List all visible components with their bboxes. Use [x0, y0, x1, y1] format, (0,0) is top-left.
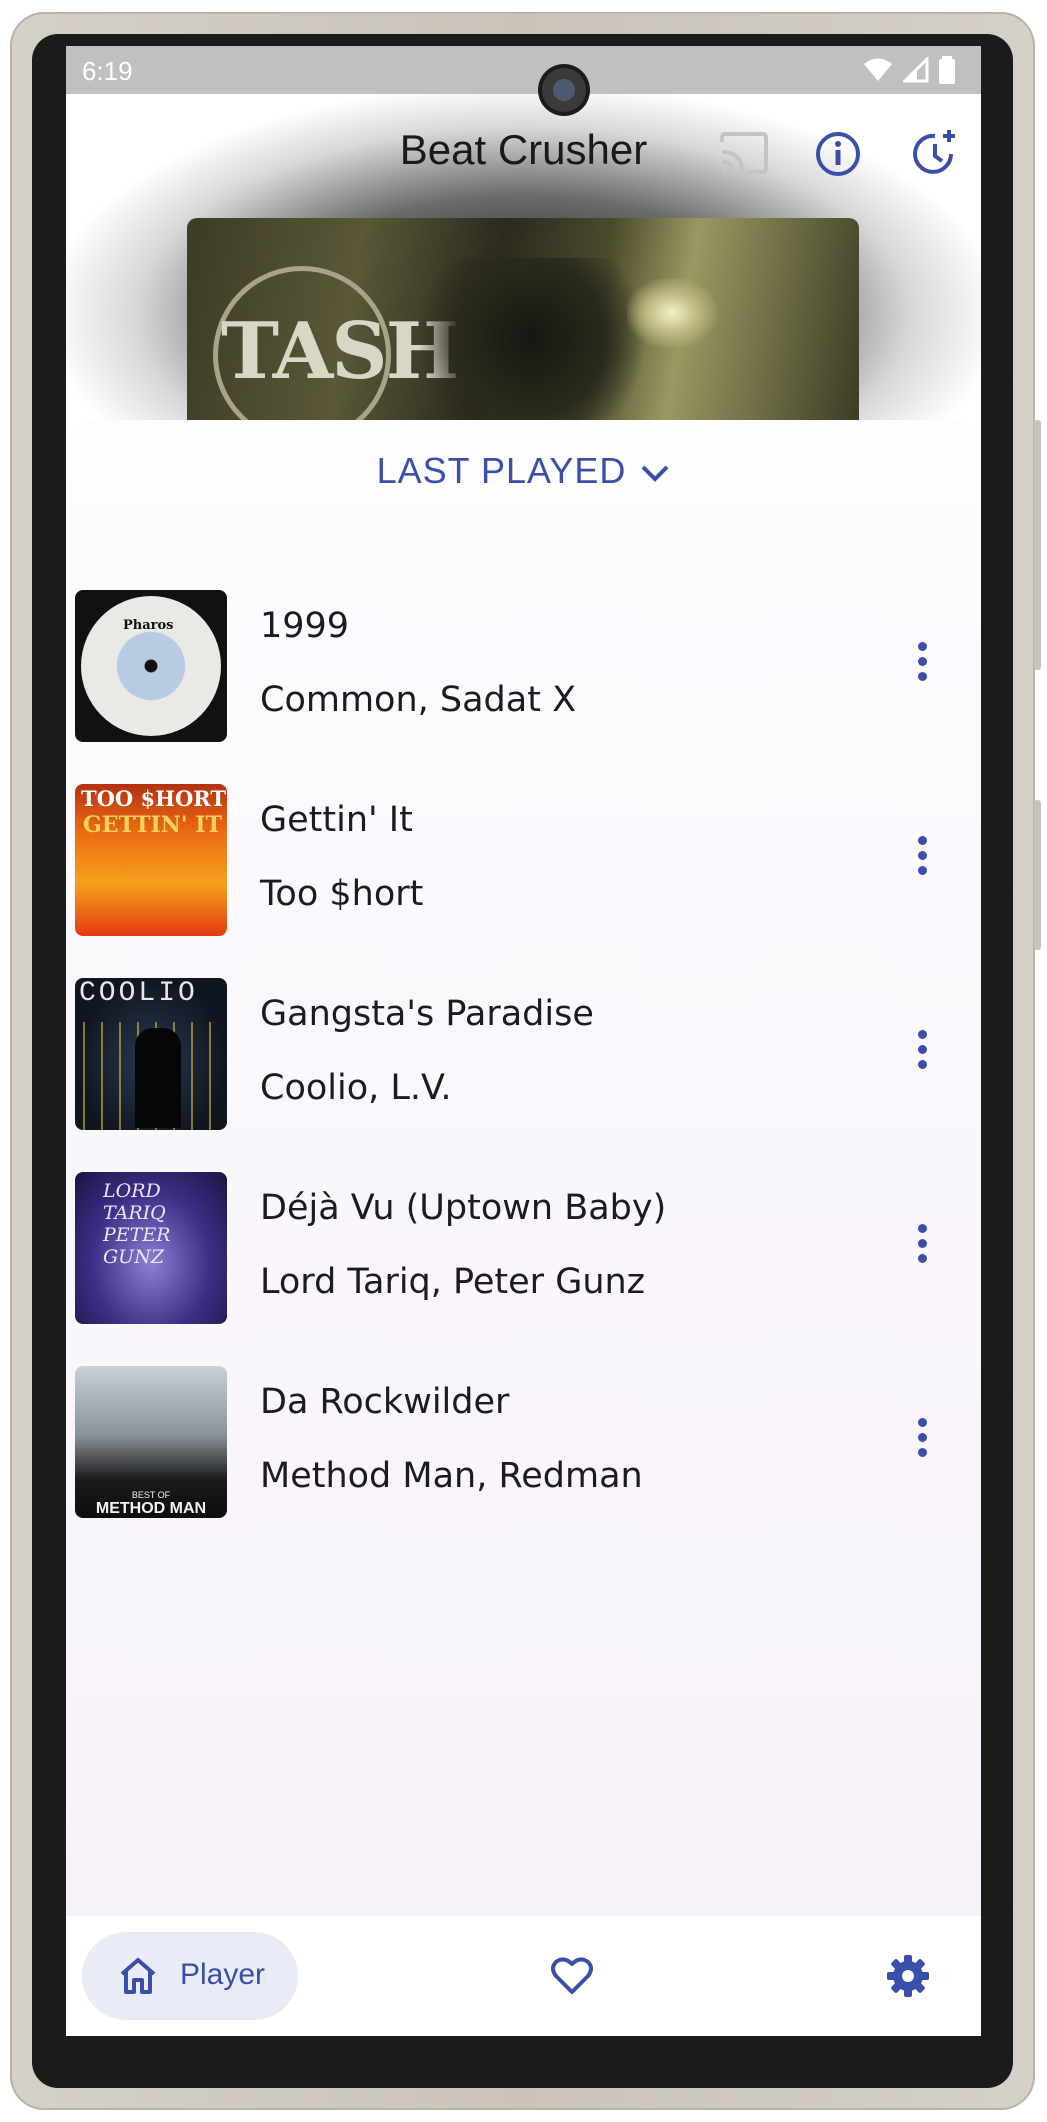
track-row[interactable]: Pharos 1999 Common, Sadat X: [66, 590, 981, 750]
home-icon: [120, 1958, 156, 1994]
thumbnail-text: TOO $HORT: [81, 786, 226, 811]
status-time: 6:19: [82, 56, 133, 86]
more-options-icon[interactable]: [912, 1030, 932, 1080]
chevron-down-icon: [641, 466, 669, 483]
track-title: Gangsta's Paradise: [260, 994, 594, 1034]
wifi-icon: [864, 58, 892, 81]
signal-icon: [903, 57, 929, 83]
thumbnail-text: BEST OF METHOD MAN: [75, 1490, 227, 1518]
thumbnail-line: PETER GUNZ: [103, 1224, 171, 1268]
battery-icon: [939, 56, 955, 84]
cast-icon[interactable]: [718, 128, 770, 180]
more-options-icon[interactable]: [912, 1418, 932, 1468]
track-thumbnail: COOLIO: [75, 978, 227, 1130]
gear-icon[interactable]: [886, 1954, 930, 1998]
front-camera: [542, 68, 586, 112]
bottom-navigation: Player: [66, 1916, 981, 2036]
power-button: [1034, 800, 1041, 950]
last-played-label: LAST PLAYED: [376, 450, 627, 491]
thumbnail-text: LORD TARIQ PETER GUNZ: [103, 1180, 227, 1268]
track-thumbnail: BEST OF METHOD MAN: [75, 1366, 227, 1518]
thumbnail-text: Pharos: [123, 618, 174, 633]
track-title: 1999: [260, 606, 350, 646]
thumbnail-line: LORD TARIQ: [103, 1180, 166, 1224]
thumbnail-text: COOLIO: [79, 978, 198, 1009]
volume-button: [1034, 420, 1041, 670]
nav-player[interactable]: Player: [82, 1932, 298, 2020]
status-bar: 6:19: [66, 46, 981, 94]
track-thumbnail: LORD TARIQ PETER GUNZ: [75, 1172, 227, 1324]
track-artist: Lord Tariq, Peter Gunz: [260, 1262, 646, 1302]
last-played-sheet: LAST PLAYED Pharos 1999 Common, Sadat X …: [66, 420, 981, 1916]
nav-player-label: Player: [180, 1958, 266, 1991]
track-thumbnail: TOO $HORT GETTIN' IT: [75, 784, 227, 936]
track-row[interactable]: BEST OF METHOD MAN Da Rockwilder Method M…: [66, 1366, 981, 1526]
thumbnail-line: METHOD MAN: [95, 1500, 207, 1517]
track-artist: Common, Sadat X: [260, 680, 577, 720]
track-artist: Method Man, Redman: [260, 1456, 643, 1496]
info-icon[interactable]: [812, 128, 864, 180]
vinyl-record: [81, 596, 221, 736]
more-options-icon[interactable]: [912, 836, 932, 886]
album-light: [627, 278, 717, 348]
track-title: Déjà Vu (Uptown Baby): [260, 1188, 667, 1228]
thumbnail-subtext: BEST OF: [131, 1490, 171, 1500]
more-options-icon[interactable]: [912, 642, 932, 692]
track-title: Gettin' It: [260, 800, 413, 840]
track-artist: Coolio, L.V.: [260, 1068, 452, 1108]
thumbnail-text: GETTIN' IT: [83, 812, 222, 838]
now-playing-album-art[interactable]: TASH: [187, 218, 859, 448]
track-thumbnail: Pharos: [75, 590, 227, 742]
sleep-timer-add-icon[interactable]: [909, 128, 961, 180]
track-artist: Too $hort: [260, 874, 424, 914]
track-row[interactable]: TOO $HORT GETTIN' IT Gettin' It Too $hor…: [66, 784, 981, 944]
last-played-header[interactable]: LAST PLAYED: [66, 450, 981, 492]
album-figure: [135, 1028, 181, 1128]
more-options-icon[interactable]: [912, 1224, 932, 1274]
track-row[interactable]: LORD TARIQ PETER GUNZ Déjà Vu (Uptown Bab…: [66, 1172, 981, 1332]
track-row[interactable]: COOLIO Gangsta's Paradise Coolio, L.V.: [66, 978, 981, 1138]
heart-icon[interactable]: [550, 1954, 594, 1998]
screen: 6:19 Beat Crusher TASH LAST PLAYED Pharo…: [66, 46, 981, 2036]
track-title: Da Rockwilder: [260, 1382, 510, 1422]
